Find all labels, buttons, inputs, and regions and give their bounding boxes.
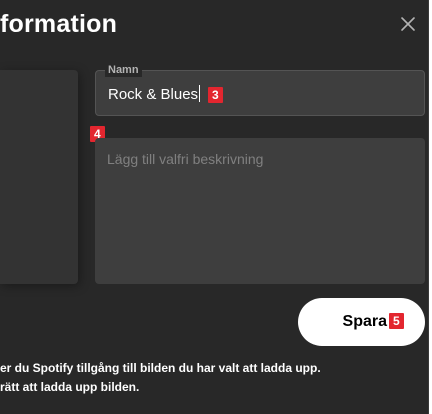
description-textarea[interactable]: Lägg till valfri beskrivning [95,138,425,284]
save-button-marker: 5 [389,313,404,329]
close-button[interactable] [398,14,418,34]
edit-details-dialog: formation Rock & Blues Namn 3 4 Lägg til… [0,0,429,414]
playlist-image-picker[interactable] [0,70,78,284]
close-icon [401,17,415,31]
name-input[interactable]: Rock & Blues [108,85,201,104]
dialog-title: formation [0,10,118,38]
image-rights-disclaimer: er du Spotify tillgång till bilden du ha… [0,359,428,397]
description-placeholder: Lägg till valfri beskrivning [107,151,264,167]
disclaimer-line-1: er du Spotify tillgång till bilden du ha… [0,361,321,375]
name-label: Namn [105,64,142,77]
disclaimer-line-2: rätt att ladda upp bilden. [0,380,140,394]
text-caret [199,85,201,102]
name-field[interactable]: Rock & Blues [95,70,425,116]
name-value: Rock & Blues [108,86,199,103]
save-button[interactable]: Spara [298,298,425,346]
save-button-label: Spara [342,313,387,330]
name-field-marker: 3 [208,87,223,103]
